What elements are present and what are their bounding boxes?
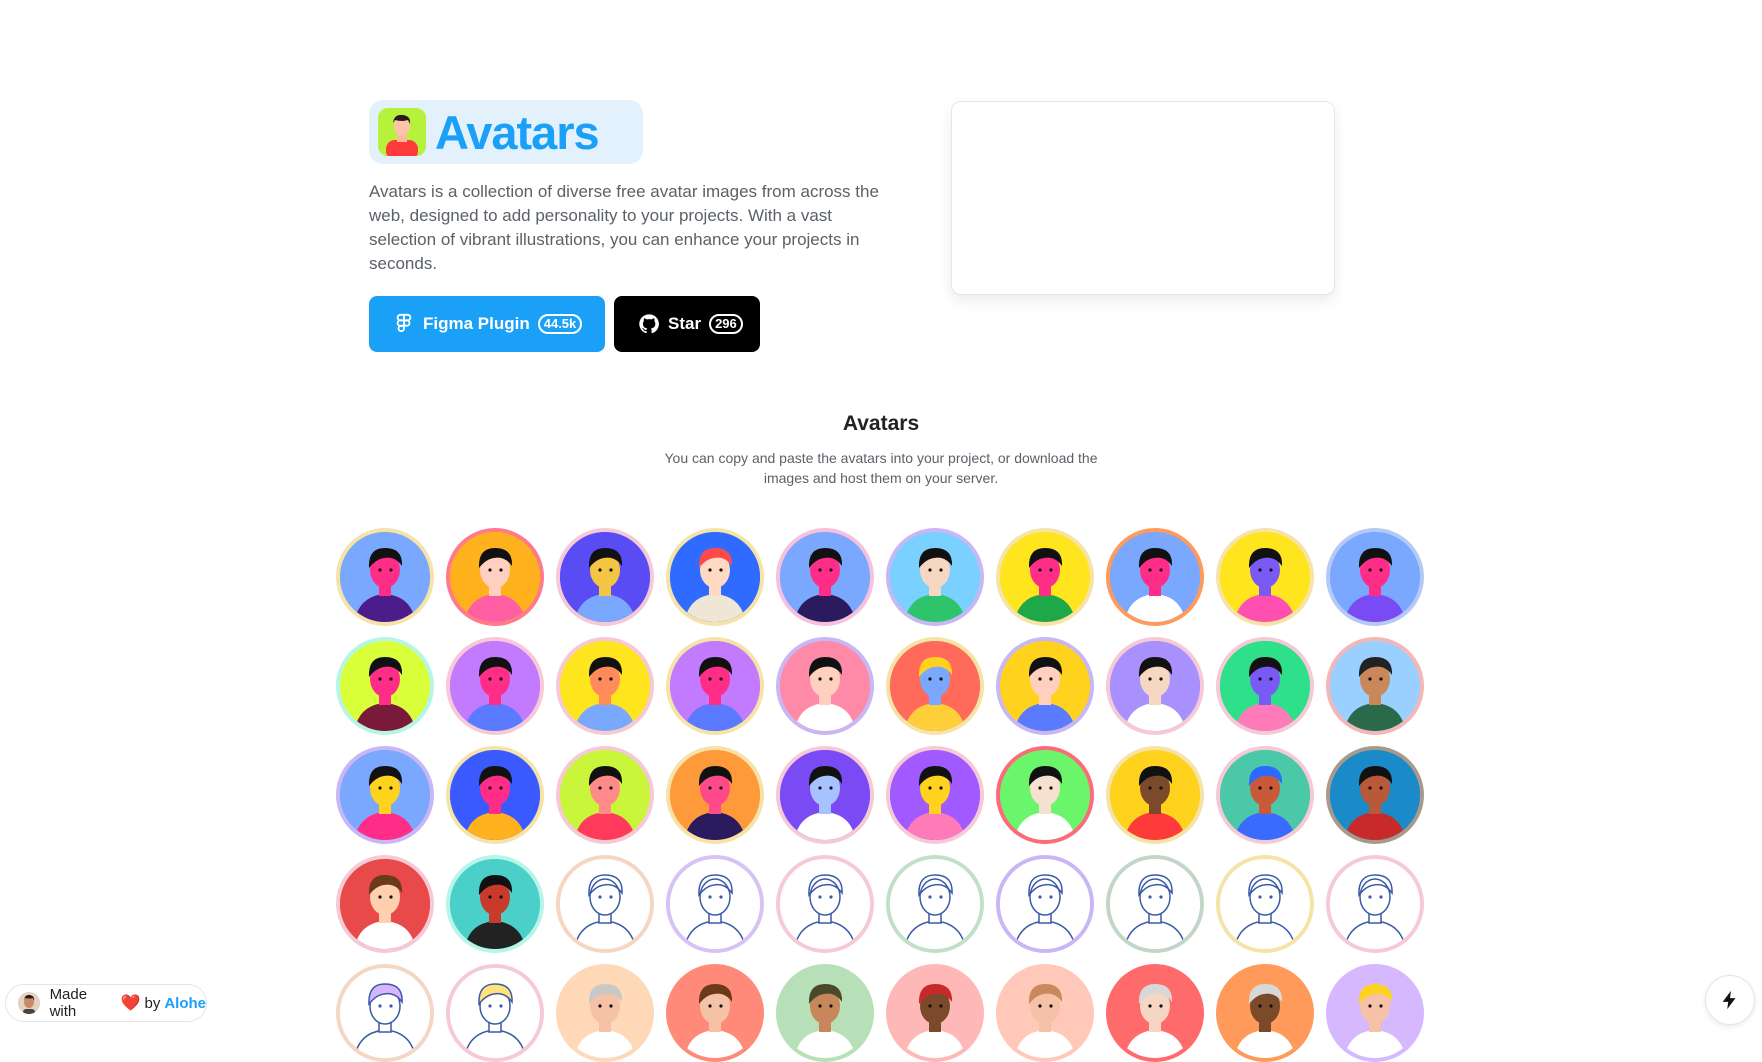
avatar-item[interactable]: [886, 964, 984, 1062]
avatar-item[interactable]: [556, 964, 654, 1062]
avatar-item[interactable]: [996, 637, 1094, 735]
logo-avatar-icon: [378, 108, 426, 156]
avatar-item[interactable]: [1326, 964, 1424, 1062]
avatar-item[interactable]: [446, 637, 544, 735]
avatar-item[interactable]: [1106, 637, 1204, 735]
avatar-item[interactable]: [556, 855, 654, 953]
avatar-item[interactable]: [556, 528, 654, 626]
avatar-item[interactable]: [776, 528, 874, 626]
avatar-item[interactable]: [996, 528, 1094, 626]
avatar-item[interactable]: [446, 855, 544, 953]
avatar-item[interactable]: [1326, 637, 1424, 735]
avatar-item[interactable]: [1106, 528, 1204, 626]
avatar-item[interactable]: [1216, 528, 1314, 626]
avatar-item[interactable]: [776, 964, 874, 1062]
bolt-icon[interactable]: [1705, 975, 1755, 1025]
figma-plugin-label: Figma Plugin: [423, 314, 530, 333]
github-star-label: Star: [668, 314, 702, 333]
avatar-item[interactable]: [336, 528, 434, 626]
avatar-item[interactable]: [776, 855, 874, 953]
avatar-item[interactable]: [666, 528, 764, 626]
logo: Avatars: [369, 100, 643, 164]
made-with-badge[interactable]: Made with ❤️ by Alohe: [5, 984, 207, 1022]
avatar-item[interactable]: [1326, 855, 1424, 953]
avatar-preview-card: [951, 101, 1335, 295]
section-subtitle: You can copy and paste the avatars into …: [664, 450, 1098, 486]
avatar-item[interactable]: [666, 746, 764, 844]
avatar-item[interactable]: [446, 964, 544, 1062]
avatar-item[interactable]: [1216, 637, 1314, 735]
avatar-item[interactable]: [336, 964, 434, 1062]
avatar-item[interactable]: [556, 637, 654, 735]
avatar-item[interactable]: [336, 746, 434, 844]
figma-plugin-button[interactable]: Figma Plugin 44.5k: [369, 296, 605, 352]
avatar-item[interactable]: [776, 746, 874, 844]
avatar-item[interactable]: [446, 528, 544, 626]
avatar-item[interactable]: [1106, 855, 1204, 953]
avatar-item[interactable]: [1106, 746, 1204, 844]
avatar-item[interactable]: [996, 855, 1094, 953]
author-avatar: [18, 992, 40, 1014]
heart-icon: ❤️: [120, 995, 141, 1012]
section-title: Avatars: [842, 412, 920, 435]
hero-description: Avatars is a collection of diverse free …: [369, 182, 879, 273]
figma-icon: [393, 313, 415, 335]
avatar-item[interactable]: [996, 746, 1094, 844]
avatar-item[interactable]: [446, 746, 544, 844]
avatar-item[interactable]: [666, 964, 764, 1062]
avatar-item[interactable]: [1326, 746, 1424, 844]
github-star-count: 296: [709, 314, 743, 334]
avatar-item[interactable]: [1216, 746, 1314, 844]
avatar-item[interactable]: [1106, 964, 1204, 1062]
avatar-item[interactable]: [886, 528, 984, 626]
avatar-item[interactable]: [886, 855, 984, 953]
github-icon: [638, 313, 660, 335]
github-star-button[interactable]: Star 296: [614, 296, 760, 352]
avatar-item[interactable]: [556, 746, 654, 844]
avatar-item[interactable]: [776, 637, 874, 735]
avatar-item[interactable]: [886, 746, 984, 844]
logo-text: Avatars: [435, 105, 600, 159]
avatar-grid: [336, 528, 1436, 1062]
avatar-item[interactable]: [886, 637, 984, 735]
author-link[interactable]: Alohe: [164, 995, 206, 1012]
avatar-item[interactable]: [996, 964, 1094, 1062]
avatar-item[interactable]: [1326, 528, 1424, 626]
made-with-text: Made with: [49, 986, 88, 1020]
avatar-item[interactable]: [1216, 964, 1314, 1062]
by-text: by: [144, 994, 161, 1012]
avatar-item[interactable]: [336, 855, 434, 953]
figma-plugin-count: 44.5k: [537, 314, 583, 334]
avatar-item[interactable]: [1216, 855, 1314, 953]
avatar-item[interactable]: [336, 637, 434, 735]
avatar-item[interactable]: [666, 855, 764, 953]
avatar-item[interactable]: [666, 637, 764, 735]
